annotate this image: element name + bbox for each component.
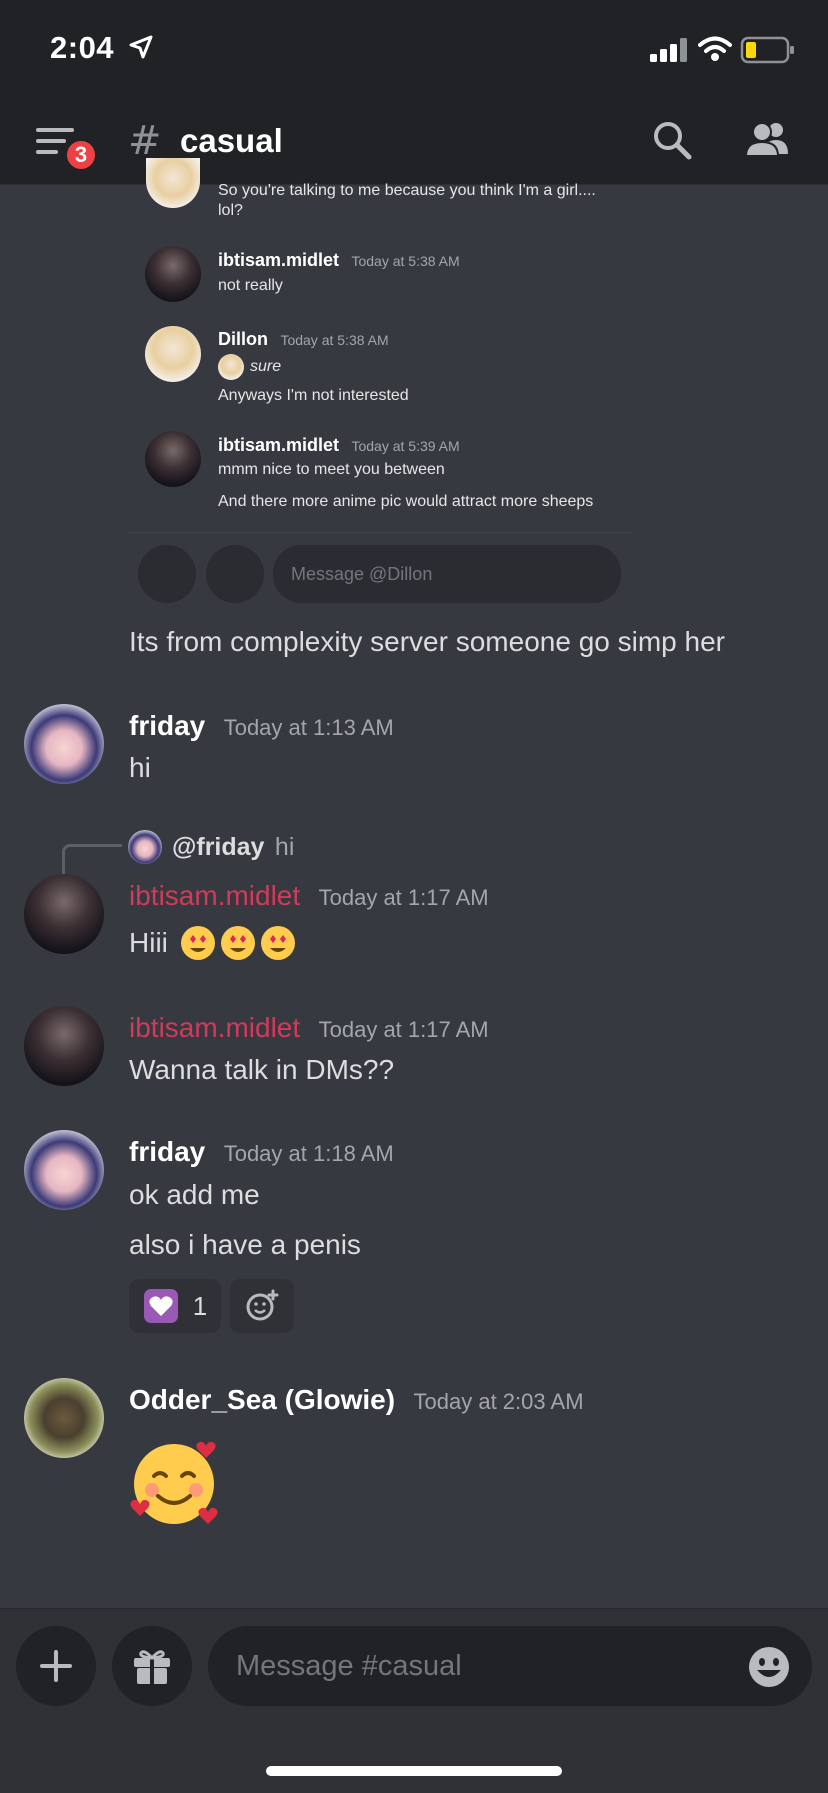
message-text: also i have a penis — [129, 1229, 361, 1260]
message-header: ibtisam.midlet Today at 1:17 AM — [129, 1012, 489, 1043]
reaction-heart[interactable]: 1 — [129, 1279, 221, 1333]
embed-avatar-ibtisam — [145, 246, 201, 302]
plus-icon — [40, 1650, 72, 1682]
wifi-icon — [698, 36, 732, 61]
status-time: 2:04 — [50, 30, 115, 65]
embed-avatar-ibtisam — [145, 431, 201, 487]
embed-reply-text: sure — [250, 358, 282, 375]
message-text: Hiii — [129, 927, 168, 958]
message-input[interactable]: Message #casual — [208, 1626, 812, 1706]
signal-icon — [650, 38, 687, 62]
embed-message-header: ibtisam.midlet Today at 5:39 AM — [218, 435, 460, 455]
message-text: hi — [129, 752, 151, 783]
emoji-icon[interactable] — [748, 1646, 790, 1688]
reply-reference[interactable]: @friday hi — [172, 833, 294, 862]
search-icon[interactable] — [652, 120, 692, 160]
message-caption: Its from complexity server someone go si… — [129, 626, 725, 657]
embed-divider — [128, 532, 632, 533]
home-indicator — [266, 1766, 562, 1776]
author-name[interactable]: Odder_Sea (Glowie) — [129, 1384, 395, 1415]
smiling-hearts-emoji-icon — [130, 1441, 218, 1524]
message-header: Odder_Sea (Glowie) Today at 2:03 AM — [129, 1384, 584, 1415]
embed-message-text: not really — [218, 277, 283, 294]
heart-eyes-emoji-icon — [180, 926, 295, 960]
add-reaction-button[interactable] — [230, 1279, 294, 1333]
embed-reply-avatar — [218, 354, 244, 380]
reply-connector — [62, 844, 122, 874]
channel-title: casual — [180, 122, 283, 159]
channel-header — [0, 100, 828, 185]
embed-attach-button — [138, 545, 196, 603]
embed-message-input: Message @Dillon — [273, 545, 621, 603]
embed-gift-button — [206, 545, 264, 603]
author-name[interactable]: friday — [129, 1136, 205, 1167]
message-header: friday Today at 1:13 AM — [129, 710, 394, 741]
location-arrow-icon — [129, 35, 153, 59]
avatar-ibtisam[interactable] — [24, 874, 104, 954]
author-name[interactable]: ibtisam.midlet — [129, 880, 300, 911]
message-header: friday Today at 1:18 AM — [129, 1136, 394, 1167]
embed-avatar-dillon-partial — [146, 158, 200, 208]
reaction-count: 1 — [192, 1290, 208, 1321]
unread-badge: 3 — [64, 138, 98, 172]
message-text: ok add me — [129, 1179, 260, 1210]
members-icon[interactable] — [746, 120, 790, 158]
embed-message-text: So you're talking to me because you thin… — [218, 182, 596, 219]
author-name[interactable]: friday — [129, 710, 205, 741]
embed-message-text: Anyways I'm not interested — [218, 387, 409, 404]
avatar-odder[interactable] — [24, 1378, 104, 1458]
author-name[interactable]: ibtisam.midlet — [129, 1012, 300, 1043]
purple-heart-icon — [143, 1289, 178, 1323]
avatar-friday[interactable] — [24, 704, 104, 784]
avatar-ibtisam[interactable] — [24, 1006, 104, 1086]
gift-icon — [134, 1650, 170, 1684]
reply-avatar — [128, 830, 162, 864]
gift-button[interactable] — [112, 1626, 192, 1706]
avatar-friday[interactable] — [24, 1130, 104, 1210]
message-header: ibtisam.midlet Today at 1:17 AM — [129, 880, 489, 911]
embed-message-text: And there more anime pic would attract m… — [218, 493, 594, 510]
embed-message-header: ibtisam.midlet Today at 5:38 AM — [218, 250, 460, 270]
attach-button[interactable] — [16, 1626, 96, 1706]
add-reaction-icon — [246, 1289, 279, 1321]
battery-icon — [740, 36, 794, 64]
embed-avatar-dillon — [145, 326, 201, 382]
embed-message-header: Dillon Today at 5:38 AM — [218, 329, 389, 349]
embed-message-text: mmm nice to meet you between — [218, 461, 445, 478]
message-body: Hiii — [129, 924, 300, 962]
message-text: Wanna talk in DMs?? — [129, 1054, 395, 1085]
message-input-placeholder: Message #casual — [236, 1649, 462, 1682]
